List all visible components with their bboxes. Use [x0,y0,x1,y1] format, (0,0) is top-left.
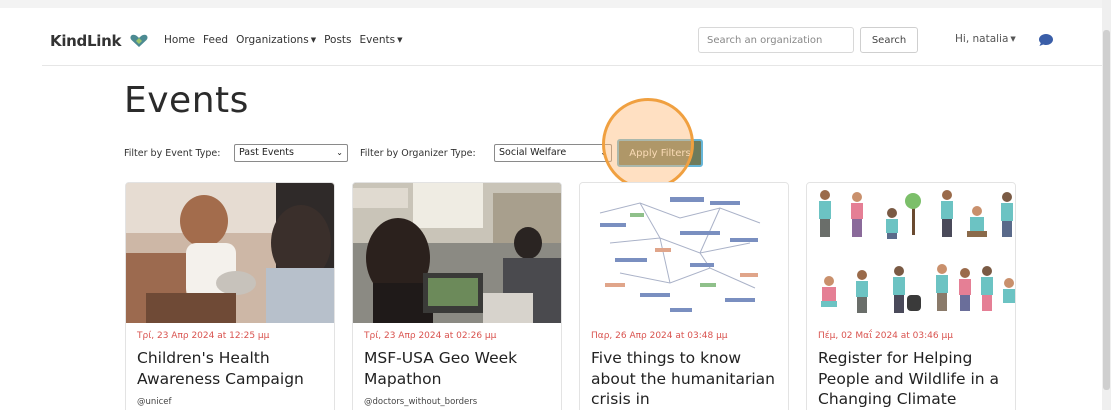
organizer-type-select[interactable]: Social Welfare ⌄ [494,144,612,162]
event-date: Πέμ, 02 Μαΐ 2024 at 03:46 μμ [818,331,953,341]
user-menu[interactable]: Hi, natalia ▼ [955,33,1016,45]
heart-hands-icon [130,34,148,47]
event-image [353,183,561,323]
search-button[interactable]: Search [860,27,918,53]
search-input[interactable] [698,27,854,53]
event-type-select[interactable]: Past Events ⌄ [234,144,348,162]
chevron-down-icon: ⌄ [336,148,343,157]
event-date: Τρί, 23 Απρ 2024 at 02:26 μμ [364,331,497,341]
organizer-type-label: Filter by Organizer Type: [360,148,476,159]
event-title[interactable]: Five things to know about the humanitari… [591,348,783,410]
nav-home[interactable]: Home [164,34,195,46]
event-title[interactable]: MSF-USA Geo Week Mapathon [364,348,556,389]
event-type-label: Filter by Event Type: [124,148,221,159]
chevron-down-icon: ▼ [397,36,403,44]
page-scrollbar[interactable] [1102,0,1111,410]
event-image [580,183,788,323]
brand-name: KindLink [50,32,122,50]
browser-top-strip [0,0,1111,8]
chevron-down-icon: ▼ [1010,35,1016,43]
event-card[interactable]: Παρ, 26 Απρ 2024 at 03:48 μμ Five things… [579,182,789,410]
user-greeting: Hi, natalia [955,33,1009,45]
chevron-down-icon: ▼ [310,36,317,44]
event-title[interactable]: Children's Health Awareness Campaign [137,348,329,389]
nav-events-label: Events [359,34,396,46]
nav-feed[interactable]: Feed [203,34,228,46]
event-date: Τρί, 23 Απρ 2024 at 12:25 μμ [137,331,270,341]
nav-events[interactable]: Events ▼ [360,34,403,46]
chevron-down-icon: ⌄ [600,148,607,157]
event-date: Παρ, 26 Απρ 2024 at 03:48 μμ [591,331,728,341]
nav-organizations[interactable]: Organizations ▼ [236,34,316,46]
event-image [126,183,334,323]
nav-links: Home Feed Organizations ▼ Posts Events ▼ [164,34,402,46]
event-type-value: Past Events [239,147,294,158]
apply-filters-button[interactable]: Apply Filters [617,139,703,167]
event-card[interactable]: Τρί, 23 Απρ 2024 at 12:25 μμ Children's … [125,182,335,410]
brand-logo[interactable]: KindLink [50,32,149,50]
organizer-type-value: Social Welfare [499,147,567,158]
nav-posts[interactable]: Posts [324,34,351,46]
event-card[interactable]: Τρί, 23 Απρ 2024 at 02:26 μμ MSF-USA Geo… [352,182,562,410]
event-card[interactable]: Πέμ, 02 Μαΐ 2024 at 03:46 μμ Register fo… [806,182,1016,410]
event-organizer[interactable]: @unicef [137,397,172,407]
event-image [807,183,1015,323]
top-navbar: KindLink Home Feed Organizations ▼ Posts … [42,14,1102,66]
scrollbar-thumb[interactable] [1103,30,1110,390]
event-organizer[interactable]: @doctors_without_borders [364,397,477,407]
nav-organizations-label: Organizations [236,34,309,46]
page-title: Events [124,80,249,121]
chat-bubble-icon[interactable] [1038,33,1054,47]
event-title[interactable]: Register for Helping People and Wildlife… [818,348,1010,410]
